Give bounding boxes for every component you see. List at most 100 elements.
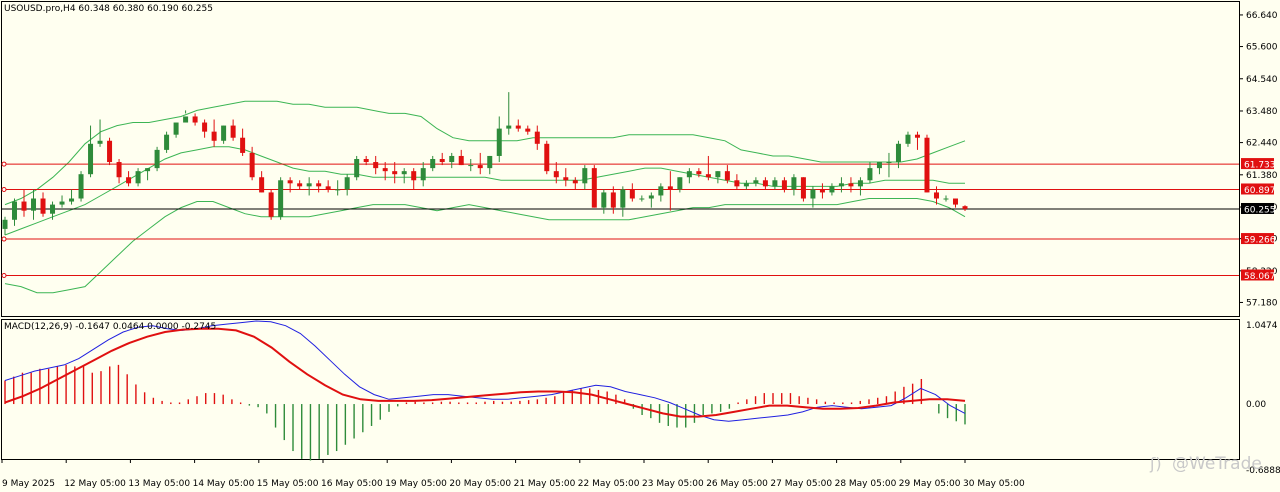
date-label: 14 May 05:00 <box>193 479 255 489</box>
candle-body <box>154 149 160 169</box>
candle-body <box>59 201 65 205</box>
candle-body <box>354 159 360 178</box>
candle-body <box>145 168 151 172</box>
candle-body <box>21 201 27 211</box>
candle-body <box>582 168 588 184</box>
candle-body <box>126 177 132 184</box>
price-tick-label: 62.440 <box>1246 139 1278 149</box>
candle <box>544 140 550 175</box>
candle-body <box>743 183 749 187</box>
level-anchor-icon <box>1 236 7 242</box>
candle-body <box>848 183 854 187</box>
candle-body <box>230 125 236 138</box>
candle <box>154 146 160 172</box>
candle-body <box>164 134 170 150</box>
candle-body <box>962 206 968 209</box>
candle-body <box>639 198 645 200</box>
date-label: 28 May 05:00 <box>835 479 897 489</box>
candle-body <box>2 219 8 229</box>
date-label: 16 May 05:00 <box>321 479 383 489</box>
candle-body <box>221 125 227 141</box>
candle-body <box>772 180 778 187</box>
price-tag-label: 59.266 <box>1244 236 1276 246</box>
candle-body <box>202 122 208 132</box>
candle-body <box>401 171 407 175</box>
date-label: 29 May 05:00 <box>899 479 961 489</box>
candle-body <box>69 198 75 202</box>
candle-body <box>762 180 768 187</box>
candle-body <box>952 198 958 205</box>
candle-body <box>135 171 141 184</box>
candle <box>78 171 84 202</box>
chart-title: USOUSD.pro,H4 60.348 60.380 60.190 60.25… <box>4 4 213 14</box>
candle-body <box>715 171 721 178</box>
candle-body <box>867 168 873 181</box>
level-anchor-icon <box>1 161 7 167</box>
candle-body <box>724 171 730 181</box>
candle-body <box>344 177 350 190</box>
candle-body <box>192 116 198 123</box>
date-label: 13 May 05:00 <box>128 479 190 489</box>
date-label: 9 May 2025 <box>2 479 55 489</box>
candle-body <box>439 159 445 163</box>
candle-body <box>914 134 920 138</box>
candle-body <box>610 192 616 208</box>
candle-body <box>553 171 559 178</box>
date-label: 20 May 05:00 <box>449 479 511 489</box>
candle <box>164 131 170 153</box>
date-label: 21 May 05:00 <box>514 479 576 489</box>
candle-body <box>658 186 664 196</box>
candle-body <box>696 171 702 175</box>
candle-body <box>411 171 417 181</box>
wetrade-logo-icon: ʃ) <box>1149 454 1162 473</box>
candle-body <box>857 180 863 187</box>
trading-chart[interactable]: 66.64065.60064.54063.48062.44061.38060.3… <box>0 0 1280 492</box>
candle-body <box>876 162 882 169</box>
candle <box>800 177 806 202</box>
date-label: 22 May 05:00 <box>578 479 640 489</box>
date-label: 26 May 05:00 <box>706 479 768 489</box>
candle-body <box>544 143 550 172</box>
candle-body <box>12 201 18 220</box>
candle-body <box>933 192 939 199</box>
candle-body <box>420 168 426 181</box>
candle-body <box>734 180 740 187</box>
candle-body <box>705 174 711 178</box>
price-tick-label: 66.640 <box>1246 11 1278 21</box>
candle-body <box>781 180 787 190</box>
candle-body <box>572 180 578 184</box>
candle-body <box>240 137 246 153</box>
candle-body <box>316 183 322 187</box>
candle-body <box>829 186 835 193</box>
candle-body <box>819 189 825 193</box>
candle-body <box>268 192 274 217</box>
candle-body <box>477 165 483 169</box>
candle-body <box>943 198 949 200</box>
candle-body <box>496 128 502 156</box>
candle-body <box>810 189 816 199</box>
candle-body <box>97 140 103 144</box>
price-tag-label: 60.255 <box>1244 205 1276 215</box>
candle-body <box>306 183 312 187</box>
candle-body <box>525 128 531 132</box>
candle-body <box>116 162 122 178</box>
candle-body <box>629 189 635 199</box>
candle-body <box>382 168 388 172</box>
price-tick-label: 57.180 <box>1246 298 1278 308</box>
candle-body <box>363 159 369 163</box>
candle-body <box>468 165 474 167</box>
price-tag-label: 61.733 <box>1244 161 1276 171</box>
price-tag-label: 58.067 <box>1244 272 1276 282</box>
date-label: 30 May 05:00 <box>963 479 1025 489</box>
price-tick-label: 64.540 <box>1246 75 1278 85</box>
macd-tick-label: 0.00 <box>1246 400 1266 410</box>
date-label: 12 May 05:00 <box>64 479 126 489</box>
candle-body <box>591 168 597 208</box>
candle-body <box>458 155 464 166</box>
candle-body <box>278 180 284 217</box>
candle-body <box>686 171 692 178</box>
level-anchor-icon <box>1 186 7 192</box>
candle-body <box>667 186 673 190</box>
candle-body <box>430 159 436 169</box>
macd-tick-label: 1.0474 <box>1246 321 1278 331</box>
